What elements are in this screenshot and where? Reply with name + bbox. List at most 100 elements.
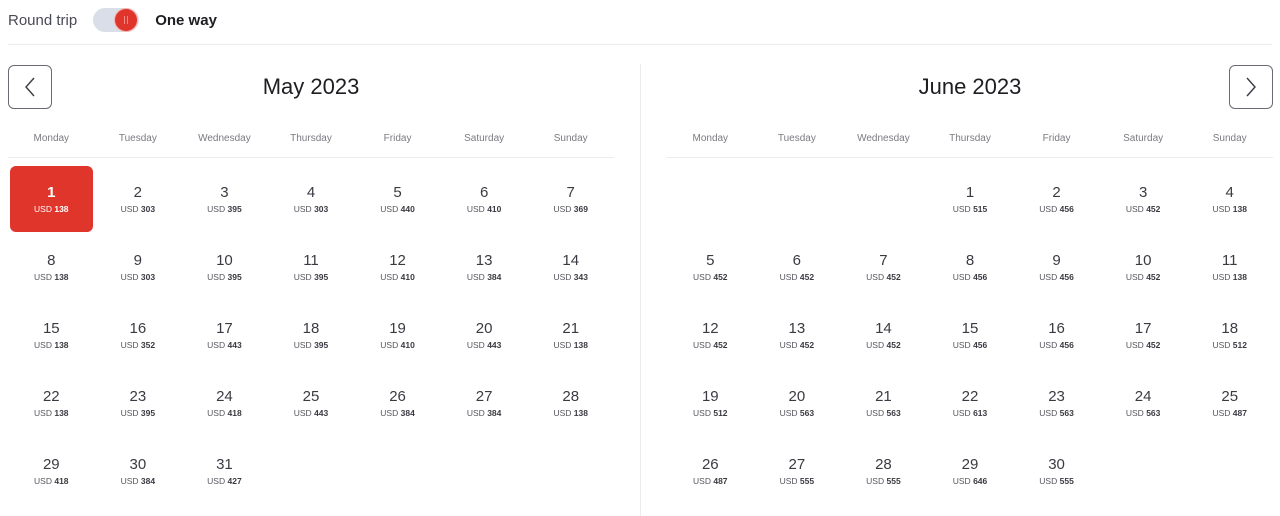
day-cell[interactable]: 7 USD 369: [529, 166, 612, 232]
weekday-label: Tuesday: [777, 133, 816, 144]
month-divider: [640, 64, 641, 516]
day-cell[interactable]: 28 USD 138: [529, 371, 612, 437]
day-number: 1: [47, 183, 56, 201]
day-cell[interactable]: 25 USD 443: [270, 371, 353, 437]
day-cell[interactable]: 31 USD 427: [183, 439, 266, 505]
day-cell[interactable]: 3 USD 395: [183, 166, 266, 232]
day-cell[interactable]: 10 USD 452: [1102, 234, 1185, 300]
day-cell[interactable]: 26 USD 384: [356, 371, 439, 437]
day-cell[interactable]: 12 USD 452: [669, 302, 752, 368]
day-number: 22: [42, 388, 60, 406]
day-cell[interactable]: 22 USD 138: [10, 371, 93, 437]
day-cell[interactable]: 5 USD 452: [669, 234, 752, 300]
day-cell[interactable]: 11 USD 138: [1188, 234, 1271, 300]
day-number: 26: [701, 456, 719, 474]
currency-label: USD: [466, 203, 485, 214]
day-price: USD 395: [294, 339, 329, 351]
day-cell[interactable]: 22 USD 613: [929, 371, 1012, 437]
day-cell[interactable]: 14 USD 452: [842, 302, 925, 368]
day-price: USD 138: [553, 339, 588, 351]
day-price: USD 555: [866, 475, 901, 487]
day-price: USD 410: [380, 339, 415, 351]
day-cell[interactable]: 17 USD 452: [1102, 302, 1185, 368]
day-cell[interactable]: 30 USD 384: [97, 439, 180, 505]
day-cell[interactable]: 19 USD 410: [356, 302, 439, 368]
day-cell[interactable]: 29 USD 646: [929, 439, 1012, 505]
day-number: 24: [1134, 388, 1152, 406]
day-price: USD 563: [866, 407, 901, 419]
day-cell[interactable]: 27 USD 384: [443, 371, 526, 437]
day-cell[interactable]: 30 USD 555: [1015, 439, 1098, 505]
day-cell[interactable]: 15 USD 456: [929, 302, 1012, 368]
price-amount: 515: [973, 203, 988, 214]
day-number: 23: [1048, 388, 1065, 406]
day-cell[interactable]: 11 USD 395: [270, 234, 353, 300]
price-amount: 384: [487, 271, 502, 282]
day-number: 8: [47, 251, 56, 269]
day-cell[interactable]: 24 USD 563: [1102, 371, 1185, 437]
day-cell[interactable]: 9 USD 303: [97, 234, 180, 300]
day-cell[interactable]: 18 USD 512: [1188, 302, 1271, 368]
day-price: USD 138: [1212, 271, 1247, 283]
price-amount: 563: [799, 408, 815, 419]
day-cell[interactable]: 23 USD 563: [1015, 371, 1098, 437]
day-cell[interactable]: 27 USD 555: [756, 439, 839, 505]
day-cell[interactable]: 4 USD 303: [270, 166, 353, 232]
day-price: USD 138: [553, 407, 588, 419]
currency-label: USD: [207, 476, 226, 487]
day-number: 25: [1221, 388, 1239, 406]
day-number: 10: [216, 251, 233, 269]
price-amount: 410: [400, 339, 415, 350]
day-cell[interactable]: 25 USD 487: [1188, 371, 1271, 437]
price-amount: 138: [54, 408, 69, 419]
day-cell[interactable]: 21 USD 563: [842, 371, 925, 437]
day-cell[interactable]: 19 USD 512: [669, 371, 752, 437]
currency-label: USD: [1125, 339, 1144, 350]
day-cell[interactable]: 20 USD 443: [443, 302, 526, 368]
day-cell[interactable]: 23 USD 395: [97, 371, 180, 437]
day-cell[interactable]: 4 USD 138: [1188, 166, 1271, 232]
switch-knob[interactable]: [115, 9, 138, 31]
day-cell[interactable]: 21 USD 138: [529, 302, 612, 368]
weekday-label: Saturday: [464, 133, 505, 144]
day-cell[interactable]: 16 USD 352: [97, 302, 180, 368]
currency-label: USD: [779, 476, 798, 487]
day-cell[interactable]: 6 USD 452: [756, 234, 839, 300]
day-cell[interactable]: 1 USD 138: [10, 166, 93, 233]
round-trip-label[interactable]: Round trip: [8, 12, 77, 29]
day-cell[interactable]: 24 USD 418: [183, 371, 266, 437]
day-cell[interactable]: 5 USD 440: [356, 166, 439, 232]
day-price: USD 369: [553, 203, 588, 215]
trip-type-switch[interactable]: [93, 8, 140, 32]
day-cell[interactable]: 2 USD 303: [97, 166, 180, 232]
day-cell[interactable]: 9 USD 456: [1015, 234, 1098, 300]
price-amount: 456: [1059, 203, 1074, 214]
day-cell[interactable]: 15 USD 138: [10, 302, 93, 368]
day-cell[interactable]: 1 USD 515: [929, 166, 1012, 232]
day-cell[interactable]: 26 USD 487: [669, 439, 752, 505]
day-cell[interactable]: 12 USD 410: [356, 234, 439, 300]
day-cell[interactable]: 8 USD 456: [929, 234, 1012, 300]
day-cell[interactable]: 20 USD 563: [756, 371, 839, 437]
day-cell[interactable]: 7 USD 452: [842, 234, 925, 300]
day-cell[interactable]: 13 USD 452: [756, 302, 839, 368]
day-price: USD 443: [294, 407, 329, 419]
currency-label: USD: [1039, 408, 1058, 419]
day-cell[interactable]: 17 USD 443: [183, 302, 266, 368]
currency-label: USD: [779, 271, 798, 282]
day-cell[interactable]: 10 USD 395: [183, 234, 266, 300]
day-cell[interactable]: 2 USD 456: [1015, 166, 1098, 232]
day-cell[interactable]: 16 USD 456: [1015, 302, 1098, 368]
day-cell[interactable]: 28 USD 555: [842, 439, 925, 505]
day-cell[interactable]: 13 USD 384: [443, 234, 526, 300]
day-number: 16: [129, 319, 147, 337]
day-cell[interactable]: 14 USD 343: [529, 234, 612, 300]
currency-label: USD: [380, 408, 399, 419]
day-number: 7: [879, 251, 888, 269]
day-cell[interactable]: 6 USD 410: [443, 166, 526, 232]
day-cell[interactable]: 29 USD 418: [10, 439, 93, 505]
day-cell[interactable]: 3 USD 452: [1102, 166, 1185, 232]
one-way-label[interactable]: One way: [155, 12, 217, 29]
day-cell[interactable]: 18 USD 395: [270, 302, 353, 368]
day-cell[interactable]: 8 USD 138: [10, 234, 93, 300]
